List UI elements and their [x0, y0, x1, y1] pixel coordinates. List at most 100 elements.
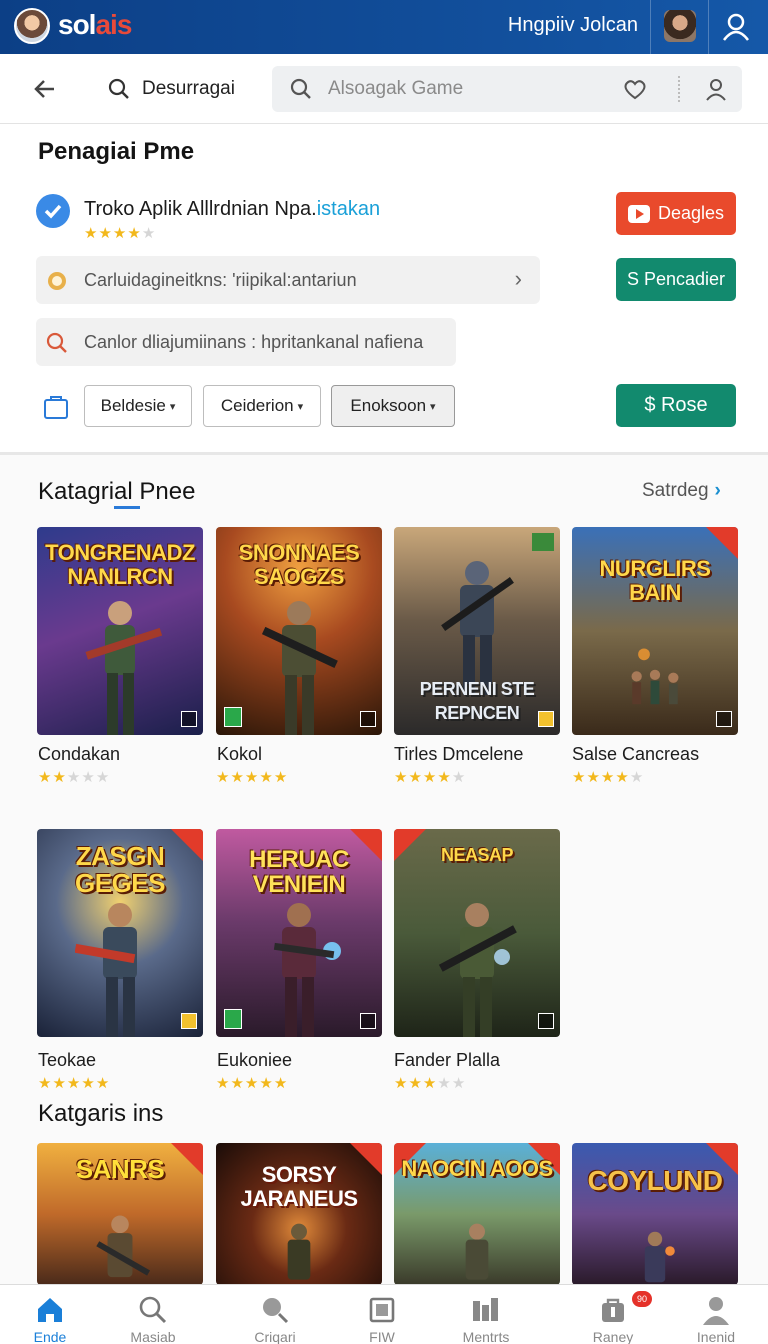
star-filled-icon: ★ — [273, 769, 288, 786]
info-pill-row[interactable]: Carluidagineitkns: 'riipikal:antariun › — [36, 256, 540, 304]
game-card[interactable]: SANRS — [37, 1143, 203, 1285]
game-title-art: PERNENI STE REPNCEN — [419, 679, 535, 723]
game-name[interactable]: Teokae — [38, 1050, 96, 1071]
star-filled-icon: ★ — [244, 1075, 259, 1092]
game-name[interactable]: Salse Cancreas — [572, 744, 699, 765]
nav-item-home[interactable]: Ende — [0, 1285, 105, 1344]
divider — [678, 76, 680, 102]
game-card[interactable]: SORSY JARANEUS — [216, 1143, 382, 1285]
deagles-button[interactable]: Deagles — [616, 192, 736, 235]
user-avatar[interactable] — [664, 10, 696, 42]
nav-item-store[interactable]: 90 Raney — [558, 1285, 668, 1344]
heart-icon[interactable] — [622, 77, 648, 101]
section-title-b: Pnee — [132, 478, 196, 505]
user-icon[interactable] — [704, 77, 728, 101]
search-toolbar: Desurragai — [0, 54, 768, 124]
game-card[interactable]: NEASAP — [394, 829, 560, 1037]
app-name[interactable]: Troko Aplik Alllrdnian Npa.istakan — [84, 198, 380, 221]
square-icon — [369, 1297, 395, 1323]
star-filled-icon: ★ — [112, 225, 127, 242]
nav-label: FIW — [369, 1329, 395, 1344]
star-empty-icon: ★ — [95, 769, 110, 786]
rose-button[interactable]: $ Rose — [616, 384, 736, 427]
search-icon — [46, 332, 67, 353]
dropdown-label: Beldesie — [100, 396, 166, 415]
search-suggestion-pill[interactable]: Canlor dliajumiinans : hpritankanal nafi… — [36, 318, 456, 366]
nav-item-fiw[interactable]: FIW — [327, 1285, 437, 1344]
user-name[interactable]: Hngpiiv Jolcan — [508, 14, 638, 37]
app-logo[interactable]: solais — [58, 9, 132, 41]
filter-dropdown-1[interactable]: Beldesie ▾ — [84, 385, 192, 427]
star-filled-icon: ★ — [52, 769, 66, 786]
search-icon[interactable] — [290, 78, 312, 100]
logo-text-tail: ais — [95, 9, 132, 40]
platform-badge — [360, 1013, 376, 1029]
chart-icon — [473, 1298, 498, 1321]
star-filled-icon: ★ — [230, 1075, 244, 1092]
game-card[interactable]: ZASGN GEGES — [37, 829, 203, 1037]
game-card[interactable]: NURGLIRS BAIN — [572, 527, 738, 735]
soldier-art — [96, 1215, 151, 1278]
search-input[interactable] — [328, 66, 618, 112]
nav-item-explore[interactable]: Criqari — [220, 1285, 330, 1344]
platform-badge — [224, 1009, 242, 1029]
profile-icon[interactable] — [720, 10, 752, 42]
game-rating: ★ ★ ★ ★ ★ — [216, 770, 287, 785]
app-rating: ★ ★ ★ ★ ★ — [84, 226, 155, 241]
dropdown-label: Enoksoon — [350, 396, 427, 415]
star-filled-icon: ★ — [127, 225, 141, 242]
soldier-art — [287, 1223, 311, 1280]
genre-badge — [532, 533, 554, 551]
game-name[interactable]: Kokol — [217, 744, 262, 765]
nav-item-profile[interactable]: Inenid — [661, 1285, 768, 1344]
star-filled-icon: ★ — [38, 769, 52, 786]
game-card[interactable]: PERNENI STE REPNCEN — [394, 527, 560, 735]
soldier-art — [438, 903, 517, 1037]
logo-avatar[interactable] — [14, 8, 50, 44]
soldier-art — [273, 903, 341, 1037]
game-card[interactable]: HERUAC VENIEIN — [216, 829, 382, 1037]
see-all-link[interactable]: Satrdeg › — [642, 480, 721, 502]
game-name[interactable]: Condakan — [38, 744, 120, 765]
game-card[interactable]: TONGRENADZ NANLRCN — [37, 527, 203, 735]
game-rating: ★ ★ ★ ★ ★ — [394, 1076, 465, 1091]
app-root: solais Hngpiiv Jolcan Desurragai Alsoaga… — [0, 0, 768, 1344]
back-arrow-icon[interactable] — [30, 74, 60, 104]
platform-badge — [181, 711, 197, 727]
nav-item-search[interactable]: Masiab — [98, 1285, 208, 1344]
location-selector[interactable]: Desurragai — [142, 78, 235, 100]
star-filled-icon: ★ — [572, 769, 586, 786]
info-pill-text: Carluidagineitkns: 'riipikal:antariun — [84, 270, 357, 290]
game-card[interactable]: NAOCIN AOOS — [394, 1143, 560, 1285]
platform-badge — [181, 1013, 197, 1029]
filter-dropdown-2[interactable]: Ceiderion ▾ — [203, 385, 321, 427]
soldier-art — [85, 601, 163, 735]
game-name[interactable]: Fander Plalla — [394, 1050, 500, 1071]
star-filled-icon: ★ — [230, 769, 244, 786]
game-name[interactable]: Tirles Dmcelene — [394, 744, 523, 765]
game-rating: ★ ★ ★ ★ ★ — [216, 1076, 287, 1091]
pencadier-button[interactable]: S Pencadier — [616, 258, 736, 301]
star-filled-icon: ★ — [81, 1075, 95, 1092]
star-empty-icon: ★ — [66, 769, 81, 786]
ribbon-badge — [706, 527, 738, 559]
battle-scene-art — [631, 648, 679, 705]
star-filled-icon: ★ — [437, 769, 451, 786]
game-name[interactable]: Eukoniee — [217, 1050, 292, 1071]
chevron-down-icon: ▾ — [430, 400, 436, 413]
platform-badge — [224, 707, 242, 727]
game-card[interactable]: SNONNAES SAOGZS — [216, 527, 382, 735]
filter-dropdown-3[interactable]: Enoksoon ▾ — [331, 385, 455, 427]
star-filled-icon: ★ — [394, 769, 408, 786]
star-filled-icon: ★ — [408, 769, 422, 786]
bag-icon[interactable] — [42, 392, 70, 420]
game-card[interactable]: COYLUND — [572, 1143, 738, 1285]
platform-badge — [538, 711, 554, 727]
badge-icon — [48, 272, 66, 290]
game-title-art: COYLUND — [587, 1165, 723, 1196]
star-filled-icon: ★ — [600, 769, 615, 786]
nav-item-menu[interactable]: Mentrts — [431, 1285, 541, 1344]
button-label: Deagles — [657, 203, 725, 223]
game-title-art: NURGLIRS BAIN — [599, 556, 711, 605]
app-name-main: Troko Aplik Alllrdnian Npa. — [84, 198, 317, 220]
